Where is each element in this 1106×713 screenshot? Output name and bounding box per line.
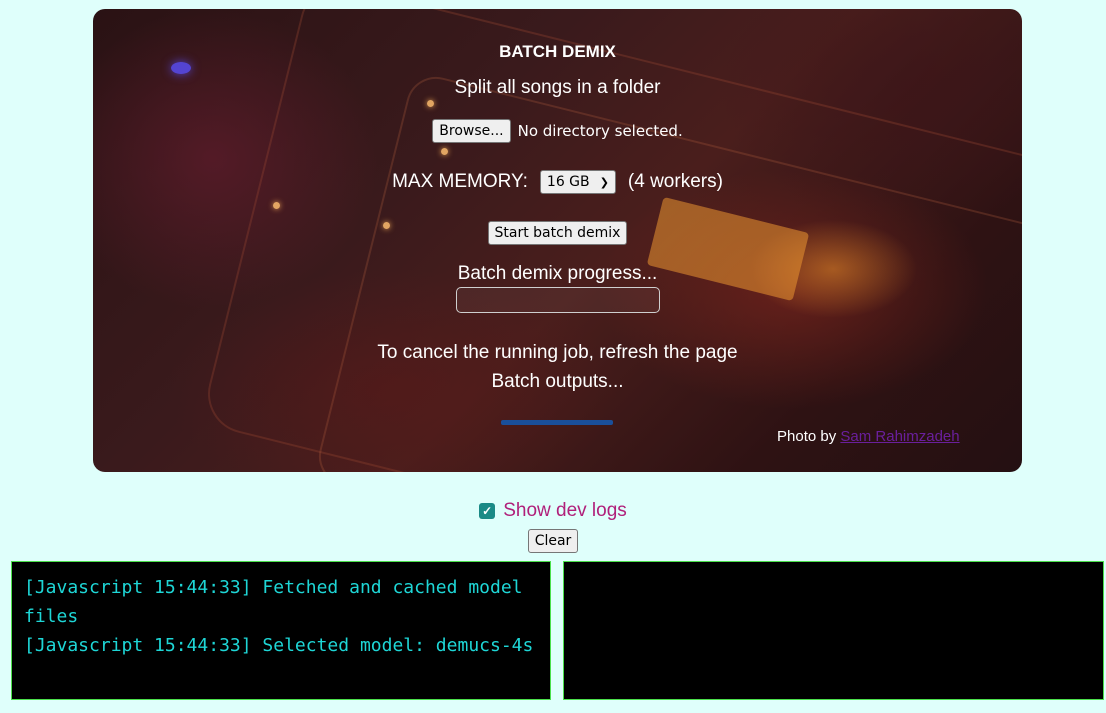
max-memory-select[interactable]: 16 GB ❯	[539, 170, 616, 194]
photo-by-label: Photo by	[777, 428, 837, 445]
photo-credit: Photo by Sam Rahimzadeh	[777, 428, 960, 445]
directory-status: No directory selected.	[517, 122, 683, 140]
dev-logs-label[interactable]: Show dev logs	[503, 500, 627, 522]
browse-button[interactable]: Browse...	[432, 119, 511, 143]
clear-logs-button[interactable]: Clear	[527, 529, 579, 553]
background-photo-light	[427, 100, 434, 107]
workers-text: (4 workers)	[627, 171, 723, 192]
directory-picker: Browse... No directory selected.	[93, 119, 1022, 143]
javascript-log-panel: [Javascript 15:44:33] Fetched and cached…	[11, 561, 551, 700]
progress-label: Batch demix progress...	[457, 263, 658, 284]
cancel-instructions: To cancel the running job, refresh the p…	[377, 342, 738, 363]
clear-row: Clear	[0, 529, 1106, 553]
max-memory-label: MAX MEMORY:	[392, 171, 528, 192]
background-photo-light	[171, 62, 191, 74]
background-photo-light	[441, 148, 448, 155]
max-memory-row: MAX MEMORY: 16 GB ❯ (4 workers)	[93, 170, 1022, 194]
outputs-indicator	[501, 420, 613, 425]
chevron-down-icon: ❯	[599, 175, 609, 189]
log-line: [Javascript 15:44:33] Selected model: de…	[24, 635, 534, 656]
start-row: Start batch demix	[93, 221, 1022, 245]
background-photo-dial	[646, 196, 810, 302]
worker-log-panel	[563, 561, 1104, 700]
dev-logs-checkbox[interactable]: ✓	[479, 503, 496, 519]
panel-title: BATCH DEMIX	[499, 42, 616, 61]
batch-progress-bar	[456, 287, 660, 313]
show-dev-logs-toggle[interactable]: ✓ Show dev logs	[0, 500, 1106, 522]
panel-subtitle: Split all songs in a folder	[454, 77, 661, 98]
start-batch-demix-button[interactable]: Start batch demix	[487, 221, 628, 245]
batch-demix-panel: BATCH DEMIX Split all songs in a folder …	[93, 9, 1022, 472]
batch-outputs-label: Batch outputs...	[491, 371, 624, 392]
max-memory-value: 16 GB	[546, 174, 590, 190]
photo-author-link[interactable]: Sam Rahimzadeh	[840, 428, 959, 445]
background-photo-light	[273, 202, 280, 209]
log-line: [Javascript 15:44:33] Fetched and cached…	[24, 577, 523, 627]
